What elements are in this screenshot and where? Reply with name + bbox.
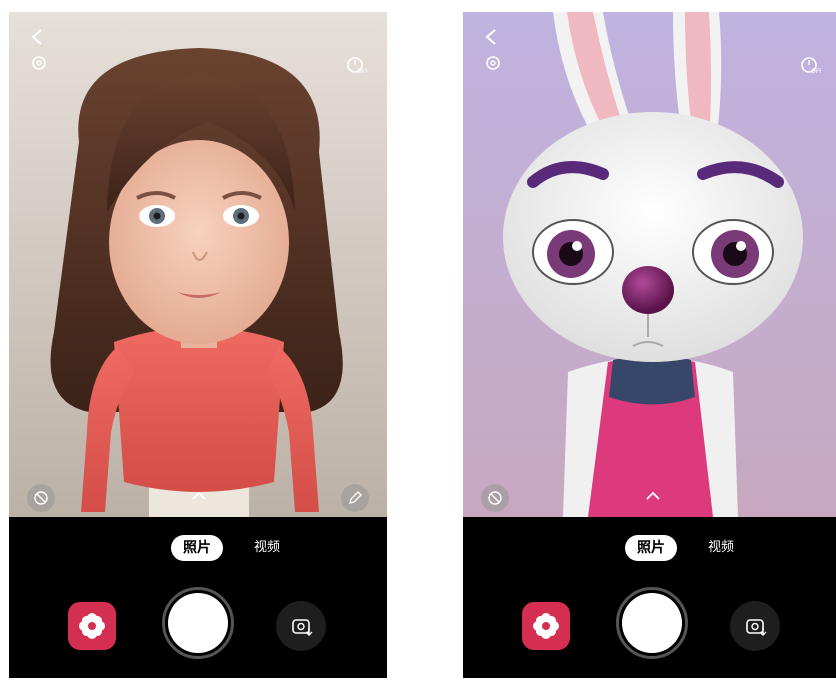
tab-photo[interactable]: 照片 (171, 535, 223, 561)
shutter-inner (622, 593, 682, 653)
shutter-inner (168, 593, 228, 653)
back-arrow-icon[interactable] (481, 26, 503, 48)
chevron-up-icon[interactable] (643, 488, 663, 504)
shutter-button[interactable] (162, 587, 234, 659)
gear-icon[interactable] (484, 54, 502, 72)
no-sticker-icon[interactable] (27, 484, 55, 512)
avatar-rabbit-preview (463, 12, 836, 517)
mode-tabs: 照片 视频 (9, 535, 387, 563)
mode-tabs: 照片 视频 (463, 535, 836, 563)
avatar-girl-preview (9, 12, 387, 517)
chevron-up-icon[interactable] (189, 488, 209, 504)
gear-icon[interactable] (30, 54, 48, 72)
flower-sticker-icon[interactable] (522, 602, 570, 650)
svg-text:OFF: OFF (357, 68, 367, 75)
camera-viewfinder: OFF (9, 12, 387, 517)
edit-pencil-icon[interactable] (341, 484, 369, 512)
phone-screen-avatar-girl: OFF 照片 视频 (9, 12, 387, 678)
no-sticker-icon[interactable] (481, 484, 509, 512)
tab-video[interactable]: 视频 (701, 535, 741, 561)
timer-off-icon[interactable]: OFF (345, 54, 367, 76)
flower-sticker-icon[interactable] (68, 602, 116, 650)
svg-text:OFF: OFF (811, 68, 821, 75)
camera-control-bar: 照片 视频 (9, 517, 387, 678)
shutter-button[interactable] (616, 587, 688, 659)
camera-viewfinder: OFF (463, 12, 836, 517)
timer-off-icon[interactable]: OFF (799, 54, 821, 76)
phone-screen-avatar-rabbit: OFF 照片 视频 (463, 12, 836, 678)
switch-camera-icon[interactable] (276, 601, 326, 651)
tab-video[interactable]: 视频 (247, 535, 287, 561)
switch-camera-icon[interactable] (730, 601, 780, 651)
tab-photo[interactable]: 照片 (625, 535, 677, 561)
camera-control-bar: 照片 视频 (463, 517, 836, 678)
back-arrow-icon[interactable] (27, 26, 49, 48)
